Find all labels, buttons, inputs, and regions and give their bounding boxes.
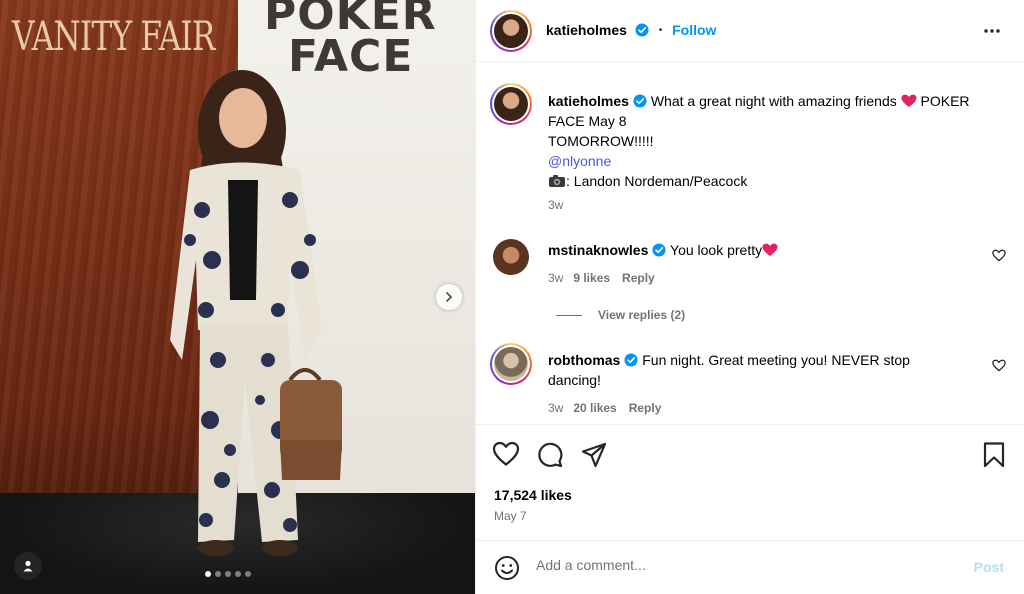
vanity-fair-logo: VANITY FAIR	[12, 14, 215, 60]
post-date: May 7	[494, 509, 527, 523]
like-count[interactable]: 17,524 likes	[494, 487, 572, 503]
photo-credit: : Landon Nordeman/Peacock	[566, 173, 748, 189]
post-side-panel: katieholmes • Follow katieholmes What a …	[475, 0, 1024, 594]
author-avatar[interactable]	[490, 10, 532, 52]
carousel-dot	[225, 571, 231, 577]
comment-time: 3w	[548, 401, 564, 415]
comment-text: robthomas Fun night. Great meeting you! …	[548, 350, 974, 390]
person-figure	[170, 70, 342, 556]
commenter-avatar[interactable]	[490, 343, 532, 385]
caption-username[interactable]: katieholmes	[548, 93, 629, 109]
commenter-avatar[interactable]	[493, 239, 529, 275]
red-heart-emoji-icon	[762, 243, 778, 256]
follow-button[interactable]: Follow	[672, 22, 716, 38]
caption-time: 3w	[548, 198, 564, 212]
view-replies-button[interactable]: View replies (2)	[548, 308, 685, 322]
caption-line3: TOMORROW!!!!!	[548, 133, 654, 149]
add-comment-input[interactable]	[536, 557, 956, 573]
like-comment-heart-icon[interactable]	[992, 249, 1006, 262]
emoji-icon[interactable]	[494, 555, 520, 581]
comment-body-line1: Fun night. Great meeting you! NEVER stop	[642, 352, 910, 368]
carousel-dot	[215, 571, 221, 577]
carousel-dot	[245, 571, 251, 577]
reply-button[interactable]: Reply	[622, 271, 655, 285]
more-options-icon[interactable]	[982, 22, 1002, 40]
like-comment-heart-icon[interactable]	[992, 359, 1006, 372]
tagged-users-button[interactable]	[14, 552, 42, 580]
comment-body-line2: dancing!	[548, 372, 601, 388]
user-tag-icon	[23, 560, 33, 572]
caption-line1: What a great night with amazing friends	[650, 93, 897, 109]
commenter-username[interactable]: robthomas	[548, 352, 620, 368]
comment-body: You look pretty	[670, 242, 763, 258]
post-dialog: VANITY FAIR POKER FACE katieholmes • Fol…	[0, 0, 1024, 594]
post-media[interactable]: VANITY FAIR POKER FACE	[0, 0, 475, 594]
camera-emoji-icon	[549, 175, 565, 187]
commenter-username[interactable]: mstinaknowles	[548, 242, 648, 258]
share-paper-plane-icon[interactable]	[580, 441, 608, 469]
red-heart-emoji-icon	[901, 94, 917, 107]
comment-meta: 3w 20 likes Reply	[548, 401, 661, 415]
caption-line2: FACE May 8	[548, 113, 627, 129]
carousel-dot	[235, 571, 241, 577]
verified-badge-icon	[635, 23, 649, 37]
separator-dot: •	[658, 25, 663, 36]
view-replies-label: View replies (2)	[598, 308, 686, 322]
comment-bubble-icon[interactable]	[536, 441, 564, 469]
caption-avatar[interactable]	[490, 83, 532, 125]
caption-text: katieholmes What a great night with amaz…	[548, 91, 1008, 191]
verified-badge-icon	[652, 243, 666, 257]
comment-likes[interactable]: 20 likes	[573, 401, 616, 415]
carousel-indicator	[205, 571, 251, 577]
post-comment-button[interactable]: Post	[974, 559, 1004, 575]
reply-button[interactable]: Reply	[629, 401, 662, 415]
like-heart-icon[interactable]	[492, 441, 520, 467]
next-media-button[interactable]	[436, 284, 462, 310]
mention-link[interactable]: @nlyonne	[548, 153, 611, 169]
chevron-right-icon	[446, 292, 453, 302]
post-actions: 17,524 likes May 7	[476, 424, 1024, 534]
comment-time: 3w	[548, 271, 564, 285]
comment-likes[interactable]: 9 likes	[573, 271, 610, 285]
author-username[interactable]: katieholmes	[546, 22, 627, 38]
comments-list[interactable]: katieholmes What a great night with amaz…	[476, 63, 1024, 423]
comment-meta: 3w 9 likes Reply	[548, 271, 655, 285]
verified-badge-icon	[633, 94, 647, 108]
caption-line1b: POKER	[920, 93, 970, 109]
replies-divider	[556, 314, 582, 316]
comment-composer: Post	[476, 540, 1024, 594]
post-header: katieholmes • Follow	[476, 0, 1024, 62]
carousel-dot	[205, 571, 211, 577]
verified-badge-icon	[624, 353, 638, 367]
comment-text: mstinaknowles You look pretty	[548, 240, 974, 260]
save-bookmark-icon[interactable]	[982, 441, 1006, 469]
